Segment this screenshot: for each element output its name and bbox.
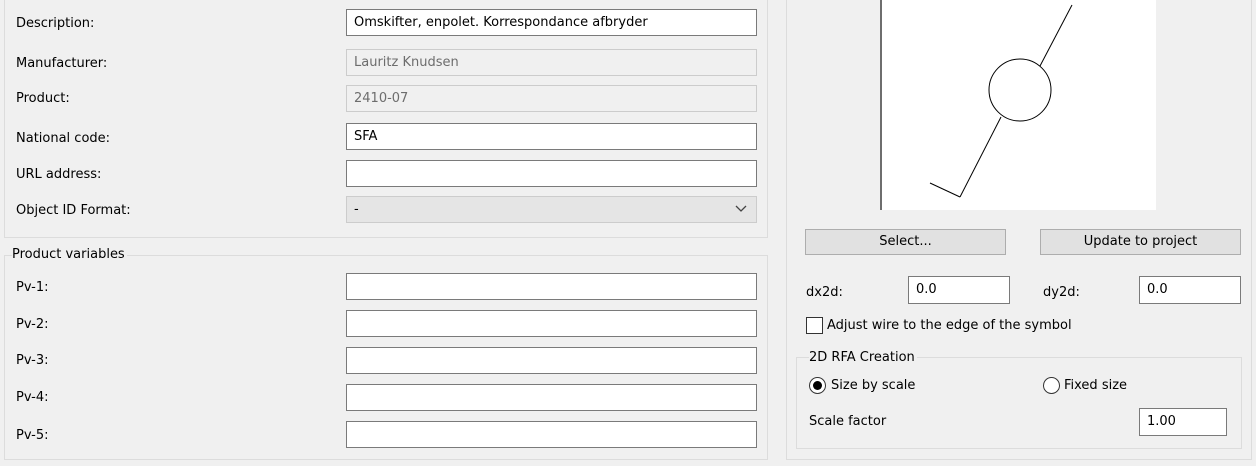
pv-1-label: Pv-1:	[16, 280, 49, 295]
description-label: Description:	[16, 16, 95, 31]
symbol-preview	[880, 0, 1156, 210]
switch-symbol-icon	[929, 4, 1073, 198]
pv-3-field[interactable]	[346, 347, 757, 374]
product-label: Product:	[16, 91, 70, 106]
adjust-wire-label: Adjust wire to the edge of the symbol	[827, 318, 1072, 333]
manufacturer-label: Manufacturer:	[16, 56, 108, 71]
scale-factor-field[interactable]: 1.00	[1139, 408, 1227, 436]
fixed-size-label: Fixed size	[1064, 378, 1128, 393]
select-button[interactable]: Select...	[805, 229, 1006, 255]
size-by-scale-label: Size by scale	[831, 378, 916, 393]
url-address-label: URL address:	[16, 167, 102, 182]
dy2d-label: dy2d:	[1043, 285, 1080, 300]
dy2d-field[interactable]: 0.0	[1139, 276, 1241, 304]
pv-4-field[interactable]	[346, 384, 757, 411]
pv-4-label: Pv-4:	[16, 390, 49, 405]
product-field: 2410-07	[346, 85, 757, 112]
pv-2-label: Pv-2:	[16, 317, 49, 332]
object-id-format-value: -	[354, 202, 359, 217]
pv-5-label: Pv-5:	[16, 428, 49, 443]
manufacturer-field: Lauritz Knudsen	[346, 49, 757, 76]
radio-selected-dot	[813, 381, 822, 390]
dx2d-field[interactable]: 0.0	[908, 276, 1010, 304]
rfa-creation-title: 2D RFA Creation	[809, 349, 917, 367]
pv-3-label: Pv-3:	[16, 353, 49, 368]
product-variables-title: Product variables	[12, 246, 127, 264]
pv-1-field[interactable]	[346, 273, 757, 300]
fixed-size-radio[interactable]	[1043, 377, 1060, 394]
chevron-down-icon	[735, 205, 747, 212]
size-by-scale-radio[interactable]	[809, 377, 826, 394]
pv-2-field[interactable]	[346, 310, 757, 337]
pv-5-field[interactable]	[346, 421, 757, 448]
adjust-wire-checkbox[interactable]	[806, 317, 823, 334]
object-id-format-label: Object ID Format:	[16, 203, 131, 218]
national-code-label: National code:	[16, 131, 111, 146]
update-to-project-button[interactable]: Update to project	[1040, 229, 1241, 255]
object-id-format-select[interactable]: -	[346, 196, 757, 223]
scale-factor-label: Scale factor	[809, 414, 887, 429]
description-field[interactable]: Omskifter, enpolet. Korrespondance afbry…	[346, 9, 757, 36]
national-code-field[interactable]: SFA	[346, 123, 757, 150]
dx2d-label: dx2d:	[806, 285, 843, 300]
url-address-field[interactable]	[346, 160, 757, 187]
